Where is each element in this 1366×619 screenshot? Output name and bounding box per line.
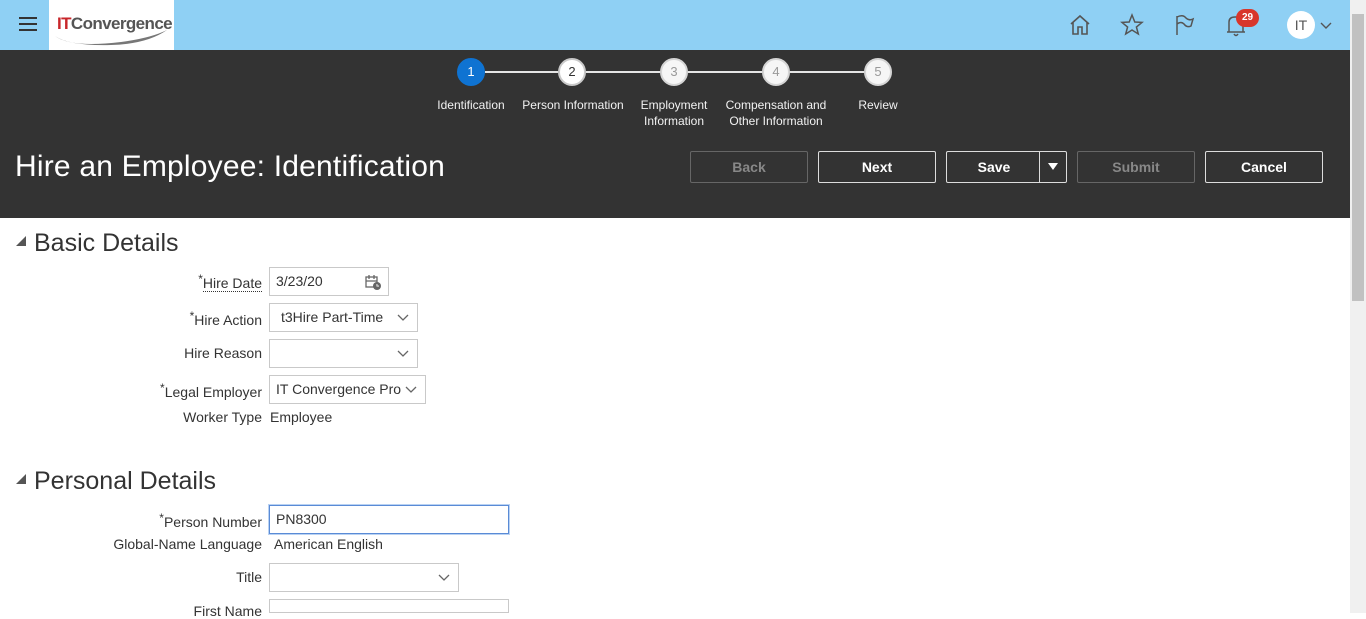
user-avatar[interactable]: IT [1287, 11, 1315, 39]
basic-details-section-header[interactable]: Basic Details [16, 229, 179, 258]
logo-text: ITConvergence [57, 14, 173, 33]
chevron-down-icon [405, 386, 417, 393]
title-label: Title [236, 569, 262, 585]
notification-count-badge[interactable]: 29 [1236, 9, 1259, 27]
section-title: Basic Details [34, 229, 179, 257]
menu-icon[interactable] [19, 17, 37, 31]
cancel-button[interactable]: Cancel [1205, 151, 1323, 183]
global-name-language-label: Global-Name Language [113, 536, 262, 552]
vertical-scrollbar[interactable] [1350, 0, 1366, 613]
home-icon[interactable] [1067, 12, 1093, 38]
legal-employer-select[interactable]: IT Convergence Pro [269, 375, 426, 404]
next-button[interactable]: Next [818, 151, 936, 183]
train-connector [688, 71, 762, 73]
worker-type-label: Worker Type [183, 409, 262, 425]
page-title: Hire an Employee: Identification [15, 150, 445, 183]
hire-action-select[interactable]: t3Hire Part-Time [269, 303, 418, 332]
hire-date-label: *Hire Date [198, 272, 262, 292]
train-step-label[interactable]: Person Information [513, 97, 633, 113]
train-step-label[interactable]: Review [818, 97, 938, 113]
save-button-label[interactable]: Save [947, 152, 1041, 182]
back-button[interactable]: Back [690, 151, 808, 183]
legal-employer-label: *Legal Employer [160, 381, 262, 400]
calendar-icon[interactable] [364, 273, 382, 291]
person-number-label: *Person Number [159, 511, 262, 530]
chevron-down-icon [397, 314, 409, 321]
worker-type-value: Employee [270, 409, 333, 425]
caret-down-icon [1048, 163, 1058, 170]
collapse-triangle-icon[interactable] [16, 474, 26, 484]
submit-button[interactable]: Submit [1077, 151, 1195, 183]
chevron-down-icon [397, 350, 409, 357]
star-icon[interactable] [1119, 12, 1145, 38]
train-step-employment-information[interactable]: 3 [660, 58, 688, 86]
hire-date-input[interactable]: 3/23/20 [269, 267, 389, 296]
train-connector [790, 71, 864, 73]
train-step-compensation[interactable]: 4 [762, 58, 790, 86]
title-select[interactable] [269, 563, 459, 592]
train-step-label[interactable]: Employment Information [629, 97, 719, 129]
chevron-down-icon[interactable] [1320, 20, 1332, 30]
train-step-review[interactable]: 5 [864, 58, 892, 86]
hire-reason-select[interactable] [269, 339, 418, 368]
train-step-identification[interactable]: 1 [457, 58, 485, 86]
person-number-input[interactable]: PN8300 [269, 505, 509, 534]
company-logo[interactable]: ITConvergence [49, 0, 174, 50]
scrollbar-thumb[interactable] [1352, 14, 1364, 301]
global-header: ITConvergence 29 IT [0, 0, 1350, 50]
hire-reason-label: Hire Reason [184, 345, 262, 361]
train-connector [586, 71, 660, 73]
section-title: Personal Details [34, 467, 217, 495]
personal-details-section-header[interactable]: Personal Details [16, 467, 216, 496]
save-options-dropdown[interactable] [1039, 152, 1066, 182]
chevron-down-icon [438, 574, 450, 581]
train-connector [485, 71, 558, 73]
collapse-triangle-icon[interactable] [16, 236, 26, 246]
first-name-label: First Name [193, 603, 262, 619]
save-split-button[interactable]: Save [946, 151, 1067, 183]
flag-icon[interactable] [1171, 12, 1197, 38]
first-name-input[interactable] [269, 599, 509, 613]
train-step-person-information[interactable]: 2 [558, 58, 586, 86]
global-name-language-value: American English [274, 536, 383, 552]
hire-action-label: *Hire Action [189, 309, 262, 328]
